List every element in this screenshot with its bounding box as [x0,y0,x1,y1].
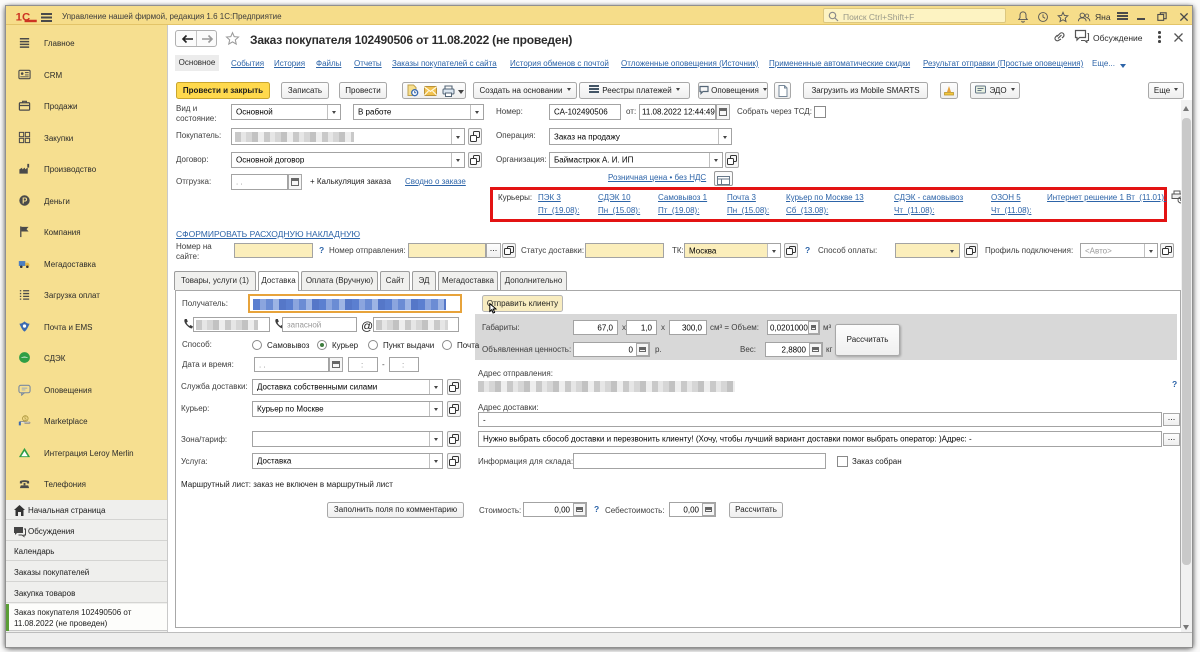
svg-text:Р: Р [22,196,27,205]
